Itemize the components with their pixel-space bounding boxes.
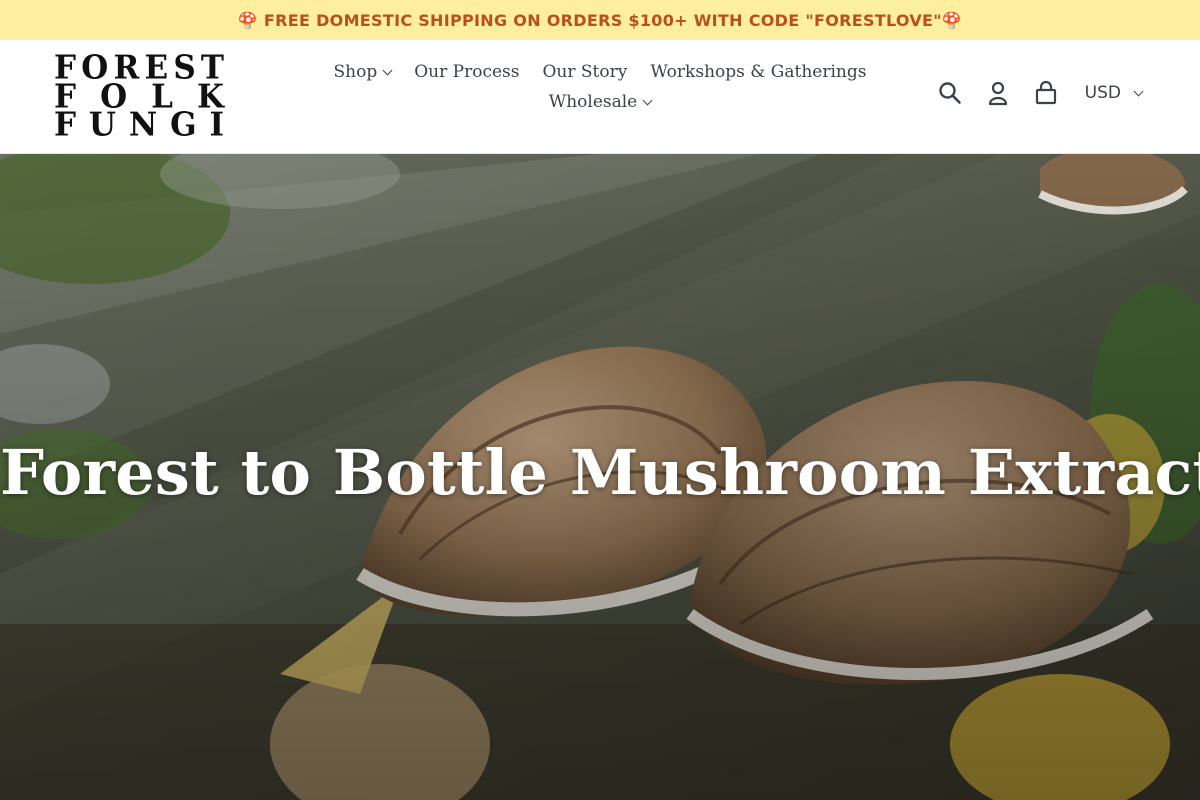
nav-workshops[interactable]: Workshops & Gatherings (650, 62, 866, 82)
hero-banner: Forest to Bottle Mushroom Extracts (0, 154, 1200, 800)
currency-label: USD (1084, 83, 1121, 103)
chevron-down-icon (382, 65, 393, 75)
announcement-text: 🍄 FREE DOMESTIC SHIPPING ON ORDERS $100+… (237, 10, 963, 30)
announcement-bar: 🍄 FREE DOMESTIC SHIPPING ON ORDERS $100+… (0, 0, 1200, 40)
site-header: FOREST FOLK FUNGI Shop Our Process Our S… (0, 40, 1200, 154)
main-nav: Shop Our Process Our Story Workshops & G… (334, 62, 867, 112)
search-icon[interactable] (937, 80, 963, 106)
header-actions: USD (937, 80, 1144, 106)
nav-shop[interactable]: Shop (333, 62, 393, 82)
logo-line-3: FUNGI (54, 106, 224, 144)
chevron-down-icon (642, 95, 653, 105)
chevron-down-icon (1133, 86, 1144, 96)
nav-our-process-label: Our Process (414, 62, 520, 82)
currency-selector[interactable]: USD (1084, 83, 1144, 103)
nav-our-story-label: Our Story (542, 62, 628, 82)
nav-our-story[interactable]: Our Story (543, 62, 628, 82)
logo[interactable]: FOREST FOLK FUNGI (54, 52, 224, 144)
nav-wholesale-label: Wholesale (548, 92, 638, 112)
cart-icon[interactable] (1033, 80, 1059, 106)
nav-our-process[interactable]: Our Process (414, 62, 519, 82)
nav-workshops-label: Workshops & Gatherings (650, 62, 867, 82)
nav-shop-label: Shop (333, 62, 378, 82)
account-icon[interactable] (985, 80, 1011, 106)
hero-title: Forest to Bottle Mushroom Extracts (0, 436, 1200, 509)
nav-wholesale[interactable]: Wholesale (548, 92, 653, 112)
